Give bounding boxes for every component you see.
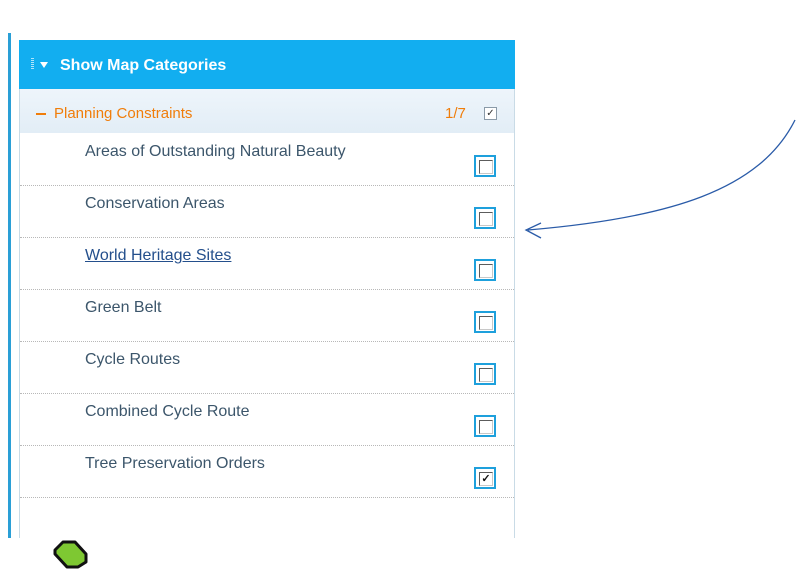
curved-arrow-icon xyxy=(524,119,796,239)
hexagon-icon xyxy=(53,540,88,569)
